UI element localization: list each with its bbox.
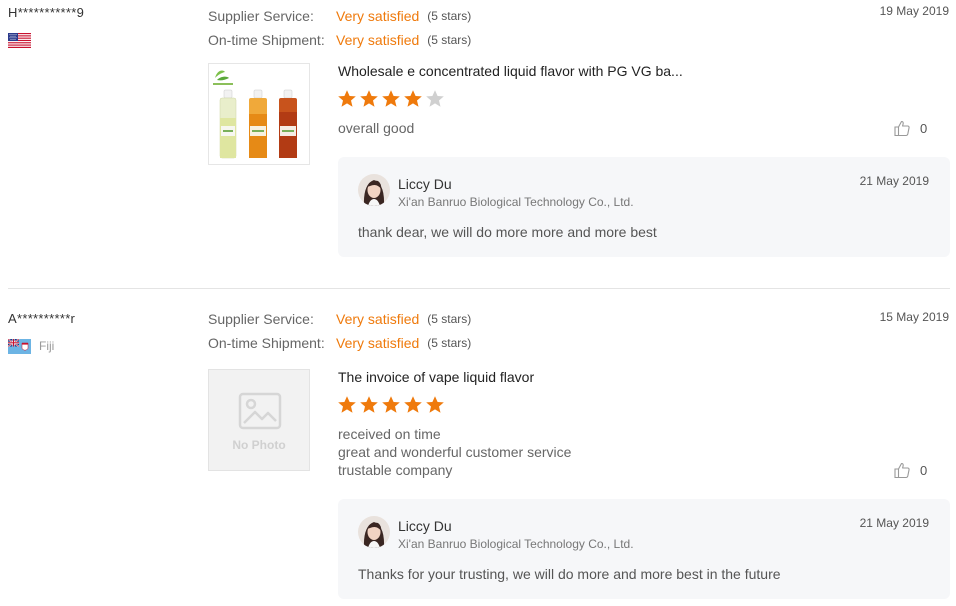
review-item: A**********r Fiji Supplier Service: Very…	[0, 289, 956, 606]
supplier-service-rating: Supplier Service: Very satisfied (5 star…	[208, 307, 471, 331]
no-photo-placeholder: No Photo	[208, 369, 310, 471]
product-star-rating	[337, 89, 447, 109]
supplier-service-stars: (5 stars)	[427, 312, 472, 326]
product-title-link[interactable]: The invoice of vape liquid flavor	[338, 369, 534, 385]
comment-line: overall good	[338, 120, 415, 136]
review-item: H***********9 Supplier Service: Very sat…	[0, 0, 956, 288]
replier-name: Liccy Du	[398, 176, 452, 192]
supplier-ratings: Supplier Service: Very satisfied (5 star…	[208, 4, 471, 52]
replier-avatar	[358, 516, 390, 548]
star-filled-icon	[382, 396, 400, 413]
ontime-shipment-rating: On-time Shipment: Very satisfied (5 star…	[208, 28, 471, 52]
review-comment: received on time great and wonderful cus…	[338, 425, 571, 479]
supplier-reply: Liccy Du Xi'an Banruo Biological Technol…	[338, 499, 950, 599]
star-filled-icon	[426, 396, 444, 413]
supplier-service-stars: (5 stars)	[427, 9, 472, 23]
comment-line: great and wonderful customer service	[338, 444, 572, 460]
supplier-service-value: Very satisfied	[336, 8, 420, 24]
star-empty-icon	[426, 90, 444, 107]
review-comment: overall good	[338, 119, 414, 137]
product-bottles-image[interactable]	[208, 63, 310, 165]
replier-avatar	[358, 174, 390, 206]
star-filled-icon	[338, 396, 356, 413]
star-filled-icon	[360, 396, 378, 413]
supplier-ratings: Supplier Service: Very satisfied (5 star…	[208, 307, 471, 355]
buyer-country: Fiji	[8, 338, 54, 354]
star-filled-icon	[360, 90, 378, 107]
replier-name: Liccy Du	[398, 518, 452, 534]
supplier-reply: Liccy Du Xi'an Banruo Biological Technol…	[338, 157, 950, 257]
ontime-shipment-label: On-time Shipment:	[208, 32, 325, 48]
comment-line: received on time	[338, 426, 441, 442]
star-filled-icon	[338, 90, 356, 107]
replier-company: Xi'an Banruo Biological Technology Co., …	[398, 195, 634, 209]
like-button[interactable]: 0	[893, 119, 927, 137]
image-placeholder-icon	[238, 392, 282, 430]
like-button[interactable]: 0	[893, 461, 927, 479]
ontime-shipment-label: On-time Shipment:	[208, 335, 325, 351]
buyer-name: A**********r	[8, 311, 76, 326]
fiji-flag-icon	[8, 338, 31, 354]
ontime-shipment-stars: (5 stars)	[427, 33, 472, 47]
replier-company: Xi'an Banruo Biological Technology Co., …	[398, 537, 634, 551]
product-title-link[interactable]: Wholesale e concentrated liquid flavor w…	[338, 63, 683, 79]
like-count: 0	[920, 462, 928, 478]
review-date: 19 May 2019	[879, 4, 949, 18]
ontime-shipment-stars: (5 stars)	[427, 336, 472, 350]
country-name: Fiji	[39, 339, 55, 353]
buyer-name: H***********9	[8, 5, 85, 20]
like-count: 0	[920, 120, 928, 136]
supplier-service-label: Supplier Service:	[208, 311, 314, 327]
supplier-service-value: Very satisfied	[336, 311, 420, 327]
star-filled-icon	[404, 396, 422, 413]
thumbs-up-icon	[894, 462, 910, 479]
buyer-country	[8, 32, 39, 48]
reply-date: 21 May 2019	[859, 516, 929, 530]
ontime-shipment-value: Very satisfied	[336, 335, 420, 351]
ontime-shipment-rating: On-time Shipment: Very satisfied (5 star…	[208, 331, 471, 355]
supplier-service-rating: Supplier Service: Very satisfied (5 star…	[208, 4, 471, 28]
star-filled-icon	[382, 90, 400, 107]
no-photo-label: No Photo	[232, 438, 286, 452]
star-filled-icon	[404, 90, 422, 107]
reply-date: 21 May 2019	[859, 174, 929, 188]
product-star-rating	[337, 395, 447, 415]
comment-line: trustable company	[338, 462, 453, 478]
reply-text: thank dear, we will do more more and mor…	[358, 224, 657, 240]
supplier-service-label: Supplier Service:	[208, 8, 314, 24]
thumbs-up-icon	[894, 120, 910, 137]
ontime-shipment-value: Very satisfied	[336, 32, 420, 48]
us-flag-icon	[8, 32, 31, 48]
review-date: 15 May 2019	[879, 310, 949, 324]
reply-text: Thanks for your trusting, we will do mor…	[358, 566, 781, 582]
